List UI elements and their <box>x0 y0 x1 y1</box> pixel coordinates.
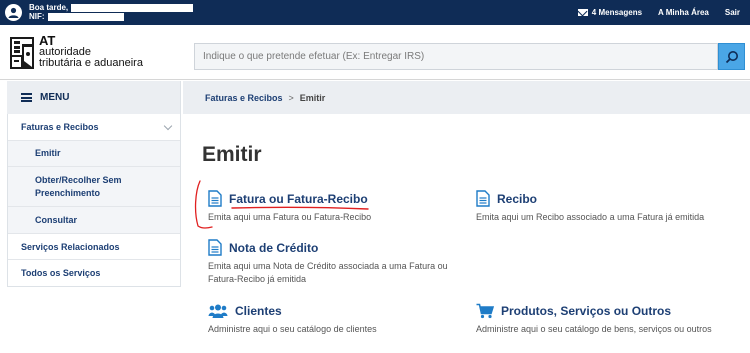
card-description: Emita aqui uma Nota de Crédito associada… <box>208 261 448 284</box>
search-input[interactable] <box>194 43 718 70</box>
card-description: Emita aqui um Recibo associado a uma Fat… <box>476 212 705 222</box>
sidebar-item-todos-servicos[interactable]: Todos os Serviços <box>8 260 180 286</box>
breadcrumb-separator: > <box>288 92 294 103</box>
sidebar-subitem-emitir[interactable]: Emitir <box>8 141 180 167</box>
document-icon <box>208 239 222 256</box>
users-icon <box>208 304 228 318</box>
sidebar-menu: Faturas e Recibos Emitir Obter/Recolher … <box>7 114 181 287</box>
nif-label: NIF: <box>29 12 45 21</box>
breadcrumb-current: Emitir <box>299 92 326 103</box>
logo-line2: tributária e aduaneira <box>39 57 143 69</box>
sidebar-item-label: Serviços Relacionados <box>21 241 120 252</box>
logout-link[interactable]: Sair <box>725 8 740 17</box>
top-bar: Boa tarde, NIF: 4 Mensagens A Minha Área… <box>0 0 750 25</box>
sidebar-item-faturas-recibos[interactable]: Faturas e Recibos <box>8 114 180 141</box>
card-description: Emita aqui uma Fatura ou Fatura-Recibo <box>208 212 372 222</box>
card-recibo: Recibo Emita aqui um Recibo associado a … <box>476 190 741 224</box>
page-title: Emitir <box>202 143 262 166</box>
envelope-icon <box>577 9 588 16</box>
card-fatura-recibo: Fatura ou Fatura-Recibo Emita aqui uma F… <box>208 190 448 224</box>
card-nota-credito: Nota de Crédito Emita aqui uma Nota de C… <box>208 239 470 286</box>
hamburger-icon <box>21 93 32 102</box>
at-logo[interactable]: AT autoridade tributária e aduaneira <box>9 34 143 71</box>
document-icon <box>476 190 490 207</box>
card-title-link[interactable]: Clientes <box>235 304 282 318</box>
chevron-down-icon <box>163 121 173 130</box>
greeting-text: Boa tarde, <box>29 3 69 12</box>
card-clientes: Clientes Administre aqui o seu catálogo … <box>208 303 448 336</box>
sidebar-item-label: Faturas e Recibos <box>21 122 99 132</box>
card-title-link[interactable]: Fatura ou Fatura-Recibo <box>229 192 368 206</box>
card-title-link[interactable]: Produtos, Serviços ou Outros <box>501 304 671 318</box>
card-description: Administre aqui o seu catálogo de client… <box>208 324 377 334</box>
card-description: Administre aqui o seu catálogo de bens, … <box>476 324 712 334</box>
breadcrumb: Faturas e Recibos > Emitir <box>183 81 750 114</box>
search-icon <box>725 50 738 63</box>
sidebar-item-label: Todos os Serviços <box>21 268 101 278</box>
card-title-link[interactable]: Nota de Crédito <box>229 241 318 255</box>
document-icon <box>208 190 222 207</box>
menu-toggle[interactable]: MENU <box>7 81 181 114</box>
messages-label: 4 Mensagens <box>591 8 643 17</box>
my-area-link[interactable]: A Minha Área <box>658 8 709 17</box>
messages-link[interactable]: 4 Mensagens <box>577 8 643 17</box>
redacted-nif <box>47 12 124 21</box>
sidebar-subitem-obter-recolher[interactable]: Obter/Recolher Sem Preenchimento <box>8 167 180 207</box>
sidebar-subitem-consultar[interactable]: Consultar <box>8 207 180 234</box>
search-button[interactable] <box>718 43 745 70</box>
user-avatar-icon[interactable] <box>5 3 22 21</box>
menu-label: MENU <box>40 92 70 103</box>
breadcrumb-link-faturas[interactable]: Faturas e Recibos <box>205 93 283 103</box>
card-produtos-servicos: Produtos, Serviços ou Outros Administre … <box>476 303 744 336</box>
site-header: AT autoridade tributária e aduaneira <box>0 25 750 80</box>
redacted-name <box>71 3 194 12</box>
card-title-link[interactable]: Recibo <box>497 192 537 206</box>
search-bar <box>194 43 745 70</box>
at-emblem-icon <box>10 37 34 69</box>
user-info: Boa tarde, NIF: <box>5 3 194 21</box>
sidebar-item-servicos-relacionados[interactable]: Serviços Relacionados <box>8 234 180 260</box>
cart-icon <box>476 303 494 319</box>
